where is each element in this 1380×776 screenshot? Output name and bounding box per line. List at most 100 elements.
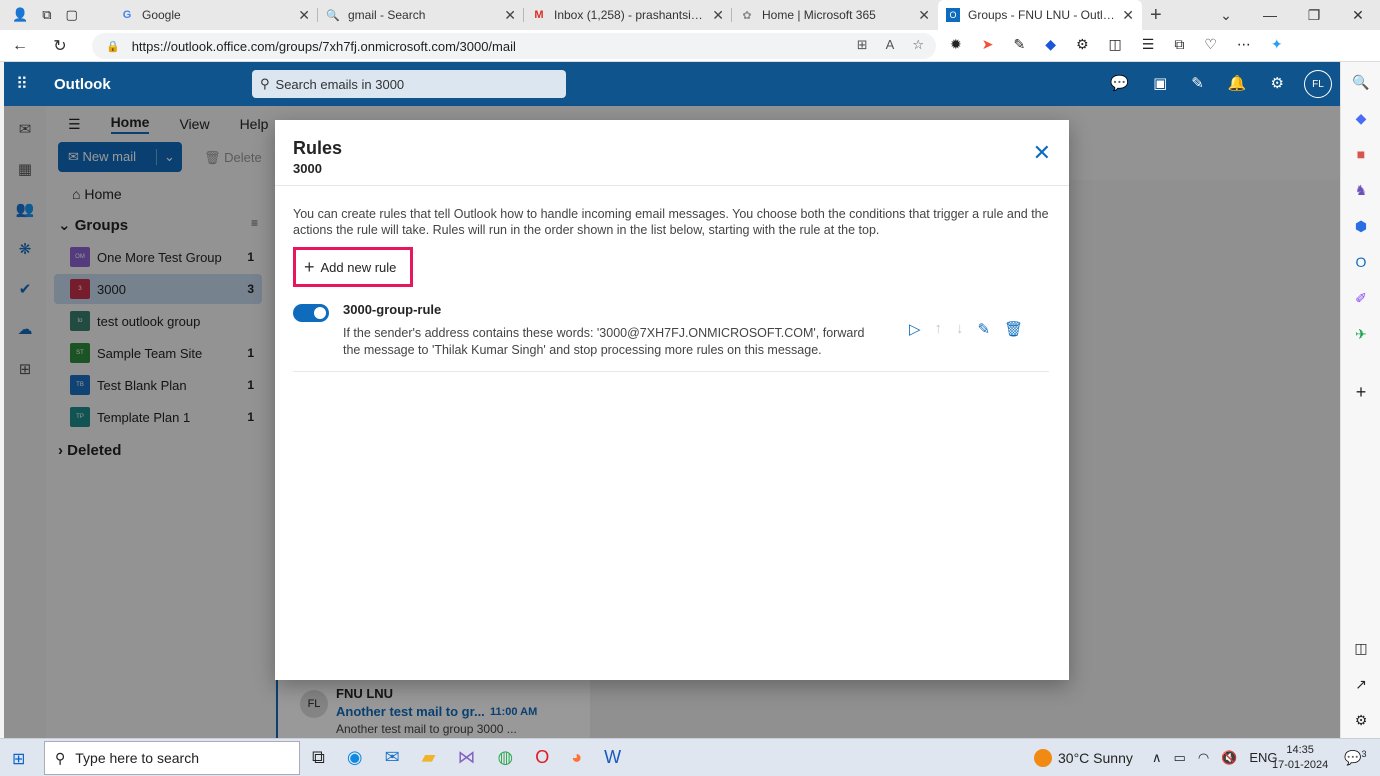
edge-icon[interactable]: ◉ [347,747,363,768]
rule-name: 3000-group-rule [343,302,442,317]
extensions-bar: ✹ ➤ ✎ ◆ ⚙ ◫ ☰ ⧉ ♡ ⋯ ✦ [950,36,1283,53]
mail-app-icon[interactable]: ✉ [385,747,400,768]
shopping-tag-icon[interactable]: ◆ [1341,110,1380,127]
header-actions: 💬 ▣ ✎ 🔔 ⚙ [1110,74,1284,92]
rule-actions: ▷ ↑ ↓ ✎ 🗑 [909,320,1023,338]
close-window-icon[interactable]: ✕ [1336,7,1380,24]
battery-icon[interactable]: ▭ [1174,750,1186,766]
apps-icon[interactable]: ⊞ [857,37,868,53]
office-icon[interactable]: ▣ [1153,74,1167,92]
close-tab-icon[interactable]: ✕ [298,7,310,24]
extensions-icon[interactable]: ⚙ [1076,36,1089,53]
close-tab-icon[interactable]: ✕ [712,7,724,24]
workspaces-icon[interactable]: ⧉ [42,7,51,23]
my-day-icon[interactable]: ✎ [1191,74,1204,92]
gear-icon[interactable]: ⚙ [1341,712,1380,729]
task-view-icon[interactable]: ⧉ [312,747,325,768]
back-icon[interactable]: ← [0,37,40,55]
outlook-icon[interactable]: O [1341,254,1380,270]
games-icon[interactable]: ♞ [1341,182,1380,199]
extension-bug-icon[interactable]: ✹ [950,36,962,53]
sidebar-panel-icon[interactable]: ◫ [1341,640,1380,657]
split-screen-icon[interactable]: ◫ [1109,36,1122,53]
tab-gmail-inbox[interactable]: M Inbox (1,258) - prashantsinha2… ✕ [524,0,732,30]
tools-briefcase-icon[interactable]: ■ [1341,146,1380,162]
edit-pencil-icon[interactable]: ✎ [978,320,991,338]
open-external-icon[interactable]: ↗ [1341,676,1380,693]
dialog-title: Rules [293,138,343,158]
extension-blue-icon[interactable]: ◆ [1045,36,1056,53]
tab-actions-icon[interactable]: ▢ [65,7,77,23]
extension-swift-icon[interactable]: ➤ [982,36,994,53]
rule-enabled-toggle[interactable] [293,304,329,322]
rules-description: You can create rules that tell Outlook h… [293,207,1049,237]
drop-icon[interactable]: ✈ [1341,326,1380,343]
firefox-icon[interactable]: ◕ [571,747,582,768]
opera-icon[interactable]: O [535,747,549,768]
add-sidebar-app-icon[interactable]: + [1341,382,1380,403]
weather-widget[interactable]: 30°C Sunny [1034,749,1133,767]
clock[interactable]: 14:35 17-01-2024 [1272,743,1328,773]
gmail-icon: M [534,9,544,21]
chevron-up-icon[interactable]: ∧ [1152,750,1162,766]
tab-outlook-groups[interactable]: O Groups - FNU LNU - Outlook ✕ [938,0,1142,30]
restore-icon[interactable]: ❐ [1292,7,1336,24]
designer-icon[interactable]: ✐ [1341,290,1380,307]
taskbar-apps: ⧉ ◉ ✉ ▰ ⋈ ◍ O ◕ W [312,747,621,768]
lock-icon[interactable]: 🔒 [106,40,120,53]
rule-row: 3000-group-rule If the sender's address … [293,298,1049,372]
add-new-rule-button[interactable]: + Add new rule [293,247,413,287]
more-options-icon[interactable]: ⋯ [1237,36,1251,53]
network-icon[interactable]: ◠ [1198,750,1209,766]
read-aloud-icon[interactable]: A [886,37,895,53]
outlook-brand[interactable]: Outlook [54,76,111,93]
copilot-icon[interactable]: ✦ [1271,36,1283,53]
tab-list-icon[interactable]: ⌄ [1204,7,1248,24]
search-box[interactable]: ⚲ Search emails in 3000 [252,70,566,98]
sun-icon [1034,749,1052,767]
omnibox-actions: ⊞ A ☆ [857,37,924,53]
search-icon[interactable]: 🔍 [1341,74,1380,91]
favorite-star-icon[interactable]: ☆ [912,37,924,53]
extension-pen-icon[interactable]: ✎ [1013,36,1025,53]
file-explorer-icon[interactable]: ▰ [422,747,436,768]
run-rule-icon[interactable]: ▷ [909,320,921,338]
trash-icon[interactable]: 🗑 [1004,320,1023,338]
chrome-icon[interactable]: ◍ [498,747,514,768]
tab-gmail-search[interactable]: 🔍 gmail - Search ✕ [318,0,524,30]
volume-muted-icon[interactable]: 🔇 [1221,750,1237,766]
minimize-icon[interactable]: — [1248,7,1292,23]
rules-dialog: Rules 3000 ✕ You can create rules that t… [275,120,1069,680]
windows-start-icon[interactable]: ⊞ [12,749,25,769]
plus-icon: + [304,256,315,277]
taskbar-search[interactable]: ⚲ Type here to search [44,741,300,775]
m365-icon: ✿ [742,9,752,22]
collections-icon[interactable]: ⧉ [1174,36,1184,53]
close-tab-icon[interactable]: ✕ [918,7,930,24]
visual-studio-icon[interactable]: ⋈ [458,747,476,768]
dialog-subtitle: 3000 [293,161,322,176]
browser-tab-strip: 👤 ⧉ ▢ G Google ✕ 🔍 gmail - Search ✕ M In… [0,0,1380,30]
close-tab-icon[interactable]: ✕ [504,7,516,24]
gear-icon[interactable]: ⚙ [1271,74,1284,92]
refresh-icon[interactable]: ↻ [40,36,80,56]
edge-sidebar: 🔍 ◆ ■ ♞ ⬢ O ✐ ✈ + ◫ ↗ ⚙ [1340,62,1380,738]
new-tab-icon[interactable]: + [1150,4,1162,27]
search-placeholder: Search emails in 3000 [275,76,405,92]
profile-icon[interactable]: 👤 [12,7,28,23]
teams-chat-icon[interactable]: 💬 [1110,74,1129,92]
close-tab-icon[interactable]: ✕ [1122,7,1134,24]
app-launcher-icon[interactable]: ⠿ [16,74,29,94]
url-field[interactable]: 🔒 https://outlook.office.com/groups/7xh7… [92,33,936,59]
m365-icon[interactable]: ⬢ [1341,218,1380,235]
tab-google[interactable]: G Google ✕ [112,0,318,30]
bell-icon[interactable]: 🔔 [1228,74,1247,92]
performance-icon[interactable]: ♡ [1204,36,1217,53]
tab-microsoft-365[interactable]: ✿ Home | Microsoft 365 ✕ [732,0,938,30]
favorites-icon[interactable]: ☰ [1142,36,1155,53]
notifications-icon[interactable]: 💬3 [1344,749,1366,767]
close-icon[interactable]: ✕ [1033,140,1051,166]
google-icon: G [122,9,132,21]
avatar[interactable]: FL [1304,70,1332,98]
word-icon[interactable]: W [604,747,621,768]
